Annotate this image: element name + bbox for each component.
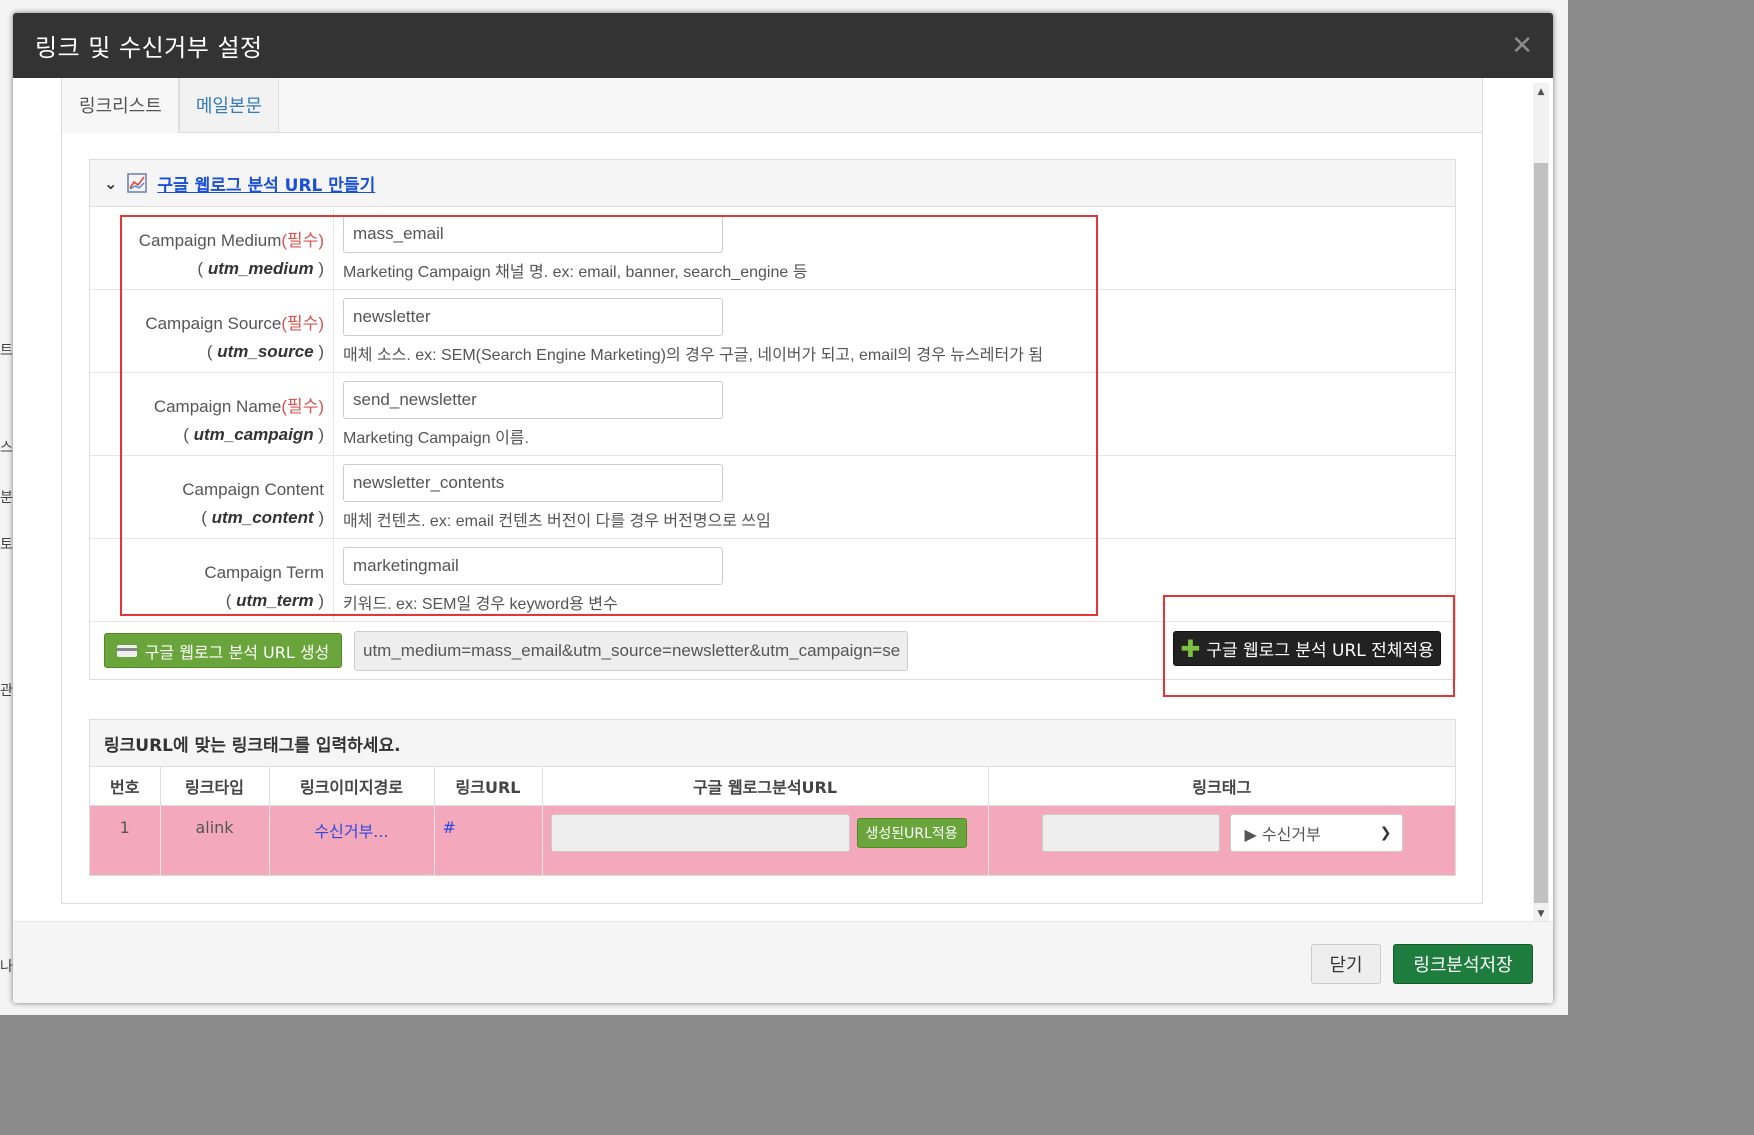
save-link-analysis-button[interactable]: 링크분석저장 [1393,944,1533,984]
bg-text: 스 [0,440,13,456]
close-icon[interactable]: ✕ [1511,33,1533,59]
ga-builder-title-link[interactable]: 구글 웹로그 분석 URL 만들기 [157,171,375,196]
tab-link-list[interactable]: 링크리스트 [62,78,179,133]
tab-content-panel: 링크리스트 메일본문 ⌄ 구글 웹로그 분석 URL 만들기 Campaign … [61,78,1483,904]
generated-url-field[interactable]: utm_medium=mass_email&utm_source=newslet… [354,631,908,671]
generate-url-label: 구글 웹로그 분석 URL 생성 [144,642,330,662]
link-tag-select[interactable]: ▶ 수신거부 ❯ [1229,813,1403,852]
generate-url-button[interactable]: 구글 웹로그 분석 URL 생성 [104,633,342,668]
column-header: 링크URL [434,767,543,806]
chevron-down-icon[interactable]: ⌄ [104,174,117,193]
link-settings-modal: 링크 및 수신거부 설정 ✕ 링크리스트 메일본문 ⌄ 구글 웹로그 분석 UR… [13,13,1553,1003]
link-tag-panel: 링크URL에 맞는 링크태그를 입력하세요. 번호 링크타입 링크이미지경로 링… [89,719,1456,876]
select-value: ▶ 수신거부 [1244,824,1321,844]
vertical-scrollbar[interactable]: ▲ ▼ [1533,83,1549,921]
table-header-row: 번호 링크타입 링크이미지경로 링크URL 구글 웹로그분석URL 링크태그 [90,767,1455,806]
bg-text: 분 [0,490,13,506]
link-type: alink [160,805,270,875]
column-header: 구글 웹로그분석URL [542,767,989,806]
link-url[interactable]: # [434,805,543,875]
ga-url-cell: 생성된URL적용 [542,805,989,875]
tab-bar: 링크리스트 메일본문 [62,78,1482,133]
bg-text: 나 [0,959,13,975]
apply-generated-url-button[interactable]: 생성된URL적용 [856,817,967,848]
annotation-box-fields [120,215,1098,616]
column-header: 번호 [90,767,161,806]
scrollbar-thumb[interactable] [1534,163,1548,903]
modal-header: 링크 및 수신거부 설정 ✕ [13,13,1553,78]
bg-text: 관 [0,683,13,699]
link-table: 번호 링크타입 링크이미지경로 링크URL 구글 웹로그분석URL 링크태그 1… [90,767,1455,875]
table-row: 1 alink 수신거부... # 생성된URL적용 ▶ 수신거부 ❯ [90,805,1455,875]
ga-url-input[interactable] [550,813,850,852]
link-image-path[interactable]: 수신거부... [269,805,435,875]
row-number: 1 [90,805,161,875]
link-tag-cell: ▶ 수신거부 ❯ [988,805,1455,875]
link-panel-title: 링크URL에 맞는 링크태그를 입력하세요. [90,720,1455,767]
chevron-down-icon: ❯ [1379,824,1392,841]
annotation-box-apply-all [1163,595,1455,697]
scroll-up-icon[interactable]: ▲ [1533,83,1549,101]
modal-body: 링크리스트 메일본문 ⌄ 구글 웹로그 분석 URL 만들기 Campaign … [13,78,1553,921]
column-header: 링크타입 [160,767,270,806]
column-header: 링크태그 [988,767,1455,806]
bg-text: 토 [0,537,13,553]
column-header: 링크이미지경로 [269,767,435,806]
card-icon [116,644,137,657]
tab-mail-body[interactable]: 메일본문 [178,78,280,133]
modal-title: 링크 및 수신거부 설정 [35,34,263,62]
bg-text: 트 [0,343,13,359]
scroll-down-icon[interactable]: ▼ [1533,905,1549,921]
ga-panel-header[interactable]: ⌄ 구글 웹로그 분석 URL 만들기 [90,160,1455,207]
modal-footer: 닫기 링크분석저장 [13,921,1553,1003]
link-tag-input[interactable] [1041,813,1220,852]
close-button[interactable]: 닫기 [1311,944,1381,984]
line-chart-icon [127,173,148,193]
